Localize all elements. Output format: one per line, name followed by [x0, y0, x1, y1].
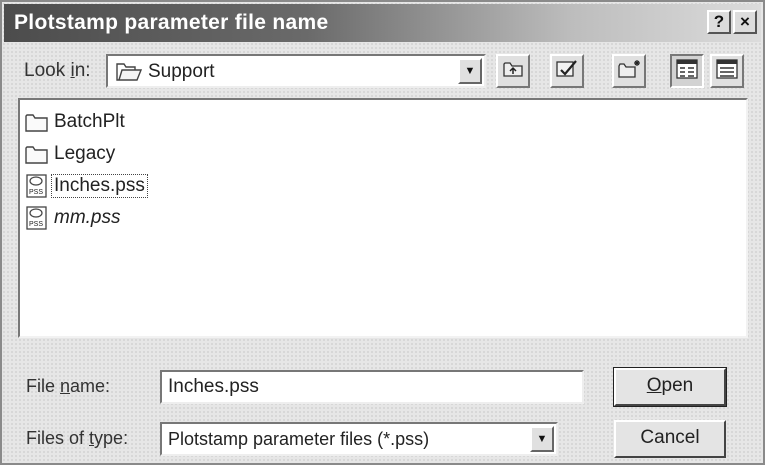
file-type-label: Files of type:	[26, 428, 129, 448]
list-item-label: Inches.pss	[51, 174, 148, 198]
list-item[interactable]: PSS Inches.pss	[24, 172, 148, 200]
list-item[interactable]: BatchPlt	[24, 108, 127, 136]
file-type-dropdown[interactable]: Plotstamp parameter files (*.pss) ▼	[160, 422, 558, 456]
file-name-label: File name:	[26, 376, 111, 396]
folder-icon	[24, 141, 50, 167]
search-web-icon	[555, 58, 579, 85]
pss-file-icon: PSS	[24, 173, 50, 199]
up-one-level-button[interactable]	[496, 54, 530, 88]
open-file-dialog: Plotstamp parameter file name ? × Look i…	[0, 0, 765, 465]
details-view-icon	[716, 58, 738, 84]
file-type-value: Plotstamp parameter files (*.pss)	[168, 429, 430, 449]
cancel-button[interactable]: Cancel	[614, 420, 726, 458]
close-button[interactable]: ×	[733, 10, 757, 34]
look-in-dropdown[interactable]: Support ▼	[106, 54, 486, 88]
dialog-title: Plotstamp parameter file name	[14, 11, 329, 34]
dropdown-arrow-icon[interactable]: ▼	[530, 426, 554, 452]
search-web-button[interactable]	[550, 54, 584, 88]
folder-icon	[24, 109, 50, 135]
look-in-value: Support	[148, 61, 215, 82]
folder-icon	[116, 62, 143, 87]
list-item-label: BatchPlt	[54, 111, 125, 132]
svg-text:PSS: PSS	[29, 189, 43, 196]
list-item-label: Legacy	[54, 143, 116, 164]
new-folder-button[interactable]	[612, 54, 646, 88]
list-item-label: mm.pss	[54, 207, 121, 228]
svg-text:PSS: PSS	[29, 221, 43, 228]
up-folder-icon	[502, 59, 524, 84]
open-button[interactable]: Open	[613, 367, 727, 407]
file-list[interactable]: BatchPlt Legacy PSS Inches.pss PSS mm.ps…	[18, 98, 748, 338]
list-item[interactable]: Legacy	[24, 140, 117, 168]
look-in-label: Look in:	[24, 60, 91, 81]
list-view-button[interactable]	[670, 54, 704, 88]
details-view-button[interactable]	[710, 54, 744, 88]
help-button[interactable]: ?	[707, 10, 731, 34]
new-folder-icon	[617, 58, 641, 85]
file-name-input[interactable]: Inches.pss	[160, 370, 584, 404]
pss-file-icon: PSS	[24, 205, 50, 231]
dropdown-arrow-icon[interactable]: ▼	[458, 58, 482, 84]
list-item[interactable]: PSS mm.pss	[24, 204, 123, 232]
list-view-icon	[676, 58, 698, 84]
title-bar[interactable]: Plotstamp parameter file name ? ×	[4, 4, 761, 42]
